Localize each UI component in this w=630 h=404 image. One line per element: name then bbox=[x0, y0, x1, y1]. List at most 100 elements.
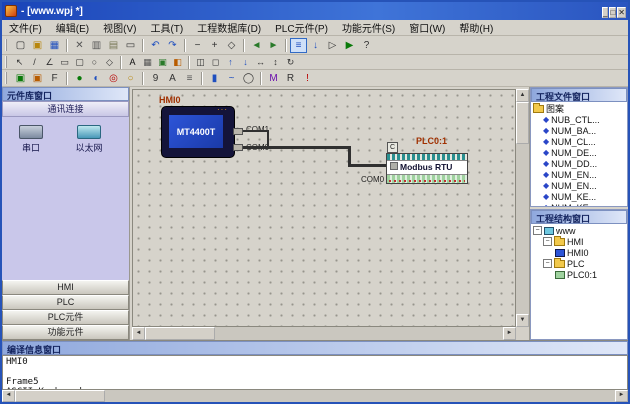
undo-icon[interactable]: ↶ bbox=[147, 38, 164, 53]
redo-icon[interactable]: ↷ bbox=[164, 38, 181, 53]
word-lamp-icon[interactable]: ◐ bbox=[88, 71, 105, 86]
library-tab-2[interactable]: PLC元件 bbox=[2, 310, 129, 325]
compile-horizontal-scrollbar[interactable]: ◄ ► bbox=[2, 390, 628, 402]
tree-node-root[interactable]: www bbox=[533, 225, 627, 236]
canvas-horizontal-scrollbar[interactable]: ◄ ► bbox=[132, 327, 516, 340]
hmi-attribute-icon[interactable]: ▣ bbox=[12, 71, 29, 86]
polyline-tool-icon[interactable]: ∠ bbox=[42, 56, 57, 69]
scroll-track[interactable] bbox=[145, 327, 503, 340]
meter-icon[interactable]: ◯ bbox=[240, 71, 257, 86]
file-tree-item-8[interactable]: ◆NUM_KE... bbox=[533, 202, 627, 206]
library-tab-1[interactable]: PLC bbox=[2, 295, 129, 310]
flip-v-icon[interactable]: ↕ bbox=[268, 56, 283, 69]
tree-node-plc[interactable]: PLC bbox=[533, 258, 627, 269]
library-section-communication[interactable]: 通讯连接 bbox=[2, 101, 129, 117]
alarm-icon[interactable]: ! bbox=[299, 71, 316, 86]
menu-item-2[interactable]: 视图(V) bbox=[96, 19, 143, 36]
select-tool-icon[interactable]: ↖ bbox=[12, 56, 27, 69]
menu-item-8[interactable]: 帮助(H) bbox=[452, 19, 500, 36]
file-tree-item-4[interactable]: ◆NUM_DD... bbox=[533, 158, 627, 169]
macro-icon[interactable]: M bbox=[265, 71, 282, 86]
toolbar-grip[interactable] bbox=[5, 39, 8, 51]
menu-item-6[interactable]: 功能元件(S) bbox=[335, 19, 402, 36]
canvas-vertical-scrollbar[interactable]: ▲ ▼ bbox=[516, 89, 529, 327]
tree-node-hmi[interactable]: HMI bbox=[533, 236, 627, 247]
flip-h-icon[interactable]: ↔ bbox=[253, 56, 268, 69]
next-state-icon[interactable]: ► bbox=[265, 38, 282, 53]
save-icon[interactable]: ▦ bbox=[46, 38, 63, 53]
bit-switch-icon[interactable]: ◎ bbox=[105, 71, 122, 86]
file-tree-item-2[interactable]: ◆NUM_CL... bbox=[533, 136, 627, 147]
scroll-track[interactable] bbox=[15, 390, 615, 402]
polygon-tool-icon[interactable]: ◇ bbox=[102, 56, 117, 69]
file-tree-item-5[interactable]: ◆NUM_EN... bbox=[533, 169, 627, 180]
tree-node-graphics[interactable]: 图案 bbox=[533, 103, 627, 114]
file-tree-item-0[interactable]: ◆NUB_CTL... bbox=[533, 114, 627, 125]
close-button[interactable]: ✕ bbox=[617, 7, 626, 18]
scroll-down-icon[interactable]: ▼ bbox=[516, 314, 529, 327]
ascii-input-icon[interactable]: A bbox=[164, 71, 181, 86]
menu-item-1[interactable]: 编辑(E) bbox=[49, 19, 96, 36]
file-tree-item-1[interactable]: ◆NUM_BA... bbox=[533, 125, 627, 136]
library-item-1[interactable]: 以太网 bbox=[60, 125, 118, 154]
copy-icon[interactable]: ▥ bbox=[88, 38, 105, 53]
download-icon[interactable]: ↓ bbox=[307, 38, 324, 53]
ungroup-icon[interactable]: ◻ bbox=[208, 56, 223, 69]
scroll-thumb[interactable] bbox=[145, 327, 215, 340]
plc-device[interactable]: Modbus RTU bbox=[386, 153, 468, 184]
minimize-button[interactable]: _ bbox=[602, 7, 608, 18]
library-tab-0[interactable]: HMI bbox=[2, 280, 129, 295]
collapse-icon[interactable] bbox=[533, 226, 542, 235]
scroll-up-icon[interactable]: ▲ bbox=[516, 89, 529, 102]
new-icon[interactable]: ▢ bbox=[12, 38, 29, 53]
compile-icon[interactable]: ≡ bbox=[290, 38, 307, 53]
fill-tool-icon[interactable]: ◧ bbox=[170, 56, 185, 69]
toolbar-grip[interactable] bbox=[5, 56, 8, 68]
ellipse-tool-icon[interactable]: ○ bbox=[87, 56, 102, 69]
zoom-out-icon[interactable]: − bbox=[189, 38, 206, 53]
paste-icon[interactable]: ▤ bbox=[105, 38, 122, 53]
collapse-icon[interactable] bbox=[543, 237, 552, 246]
canvas[interactable]: HMI0 MT4400T COM1 COM0 PLC0:1 C bbox=[132, 89, 516, 327]
word-switch-icon[interactable]: ○ bbox=[122, 71, 139, 86]
trend-curve-icon[interactable]: ~ bbox=[223, 71, 240, 86]
rect-tool-icon[interactable]: ▭ bbox=[57, 56, 72, 69]
scroll-right-icon[interactable]: ► bbox=[503, 327, 516, 340]
image-tool-icon[interactable]: ▣ bbox=[155, 56, 170, 69]
cut-icon[interactable]: ✕ bbox=[71, 38, 88, 53]
print-icon[interactable]: ▭ bbox=[122, 38, 139, 53]
zoom-fit-icon[interactable]: ◇ bbox=[223, 38, 240, 53]
library-tab-3[interactable]: 功能元件 bbox=[2, 325, 129, 340]
scroll-thumb[interactable] bbox=[516, 102, 529, 144]
menu-item-0[interactable]: 文件(F) bbox=[2, 19, 49, 36]
recipe-icon[interactable]: R bbox=[282, 71, 299, 86]
offline-simulate-icon[interactable]: ▷ bbox=[324, 38, 341, 53]
bar-graph-icon[interactable]: ▮ bbox=[206, 71, 223, 86]
help-icon[interactable]: ? bbox=[358, 38, 375, 53]
file-tree-item-6[interactable]: ◆NUM_EN... bbox=[533, 180, 627, 191]
layer-up-icon[interactable]: ↑ bbox=[223, 56, 238, 69]
table-tool-icon[interactable]: ▦ bbox=[140, 56, 155, 69]
number-input-icon[interactable]: 9 bbox=[147, 71, 164, 86]
online-simulate-icon[interactable]: ▶ bbox=[341, 38, 358, 53]
com1-port[interactable] bbox=[233, 128, 243, 135]
bit-lamp-icon[interactable]: ● bbox=[71, 71, 88, 86]
text-tool-icon[interactable]: A bbox=[125, 56, 140, 69]
plc-attribute-icon[interactable]: ▣ bbox=[29, 71, 46, 86]
scroll-left-icon[interactable]: ◄ bbox=[132, 327, 145, 340]
prev-state-icon[interactable]: ◄ bbox=[248, 38, 265, 53]
line-tool-icon[interactable]: / bbox=[27, 56, 42, 69]
tree-node-plc0[interactable]: PLC0:1 bbox=[533, 269, 627, 280]
scroll-left-icon[interactable]: ◄ bbox=[2, 390, 15, 402]
layer-down-icon[interactable]: ↓ bbox=[238, 56, 253, 69]
toolbar-grip[interactable] bbox=[5, 72, 8, 84]
zoom-in-icon[interactable]: + bbox=[206, 38, 223, 53]
maximize-button[interactable]: □ bbox=[609, 7, 616, 18]
menu-item-5[interactable]: PLC元件(P) bbox=[268, 19, 335, 36]
file-tree-item-7[interactable]: ◆NUM_KE... bbox=[533, 191, 627, 202]
font-tool-icon[interactable]: F bbox=[46, 71, 63, 86]
hmi-device[interactable]: MT4400T bbox=[161, 106, 235, 158]
menu-item-4[interactable]: 工程数据库(D) bbox=[190, 19, 268, 36]
scroll-track[interactable] bbox=[516, 102, 529, 314]
menu-item-3[interactable]: 工具(T) bbox=[143, 19, 190, 36]
